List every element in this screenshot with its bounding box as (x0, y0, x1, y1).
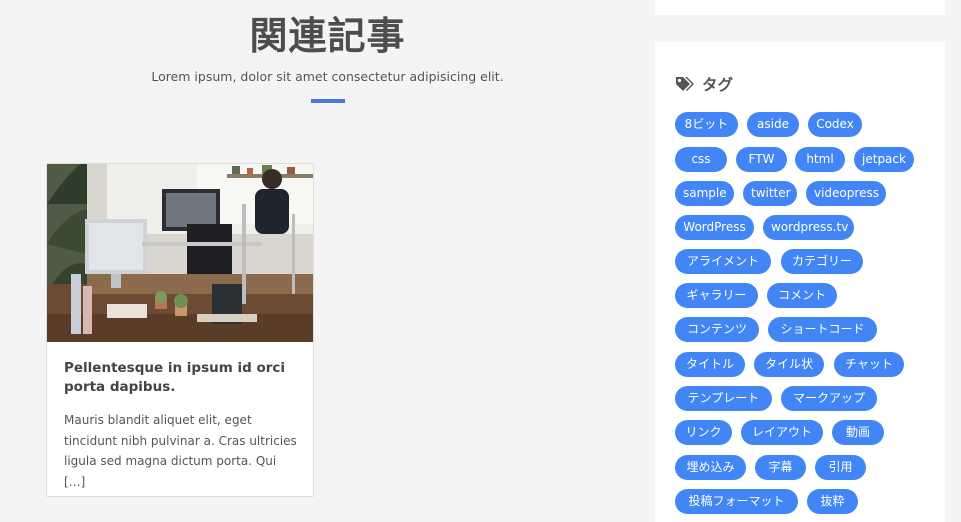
sidebar-widget-top (655, 0, 945, 15)
tag-link[interactable]: WordPress (675, 215, 754, 240)
title-underline (311, 99, 345, 103)
tag-link[interactable]: sample (675, 181, 734, 206)
related-articles-section: 関連記事 Lorem ipsum, dolor sit amet consect… (0, 0, 655, 522)
tag-link[interactable]: ショートコード (768, 317, 877, 342)
article-thumbnail[interactable] (47, 164, 313, 342)
tag-link[interactable]: コメント (767, 283, 837, 308)
tag-link[interactable]: アライメント (675, 249, 771, 274)
tag-link[interactable]: 字幕 (755, 455, 806, 480)
article-excerpt: Mauris blandit aliquet elit, eget tincid… (64, 413, 297, 489)
tag-link[interactable]: videopress (806, 181, 886, 206)
article-title[interactable]: Pellentesque in ipsum id orci porta dapi… (64, 359, 300, 397)
tag-link[interactable]: 埋め込み (675, 455, 746, 480)
tag-link[interactable]: ギャラリー (675, 283, 758, 308)
tags-widget: タグ 8ビット aside Codex css FTW html jetpack… (655, 42, 945, 522)
tag-link[interactable]: FTW (736, 147, 787, 172)
tag-link[interactable]: タイトル (675, 352, 745, 377)
tag-link[interactable]: 8ビット (675, 112, 738, 137)
tag-link[interactable]: 抜粋 (807, 489, 858, 514)
tag-link[interactable]: コンテンツ (675, 317, 759, 342)
tags-icon (675, 76, 695, 92)
tag-link[interactable]: 引用 (815, 455, 866, 480)
article-card[interactable]: Pellentesque in ipsum id orci porta dapi… (46, 163, 314, 497)
tag-link[interactable]: twitter (743, 181, 797, 206)
tag-link[interactable]: テンプレート (675, 386, 772, 411)
tag-link[interactable]: リンク (675, 420, 732, 445)
tag-link[interactable]: aside (747, 112, 799, 137)
tag-link[interactable]: カテゴリー (781, 249, 863, 274)
tags-widget-header: タグ (675, 73, 733, 95)
tags-widget-title: タグ (702, 76, 734, 94)
tag-link[interactable]: 投稿フォーマット (675, 489, 798, 514)
tag-link[interactable]: wordpress.tv (763, 215, 854, 240)
tag-link[interactable]: 動画 (832, 420, 884, 445)
tag-link[interactable]: css (675, 147, 727, 172)
tag-link[interactable]: レイアウト (741, 420, 823, 445)
tag-link[interactable]: チャット (834, 352, 904, 377)
tag-link[interactable]: タイル状 (754, 352, 824, 377)
tag-link[interactable]: マークアップ (781, 386, 877, 411)
tag-link[interactable]: Codex (808, 112, 862, 137)
tag-link[interactable]: html (795, 147, 845, 172)
tag-link[interactable]: jetpack (854, 147, 914, 172)
section-title: 関連記事 (249, 14, 406, 58)
section-subtitle: Lorem ipsum, dolor sit amet consectetur … (151, 69, 504, 84)
